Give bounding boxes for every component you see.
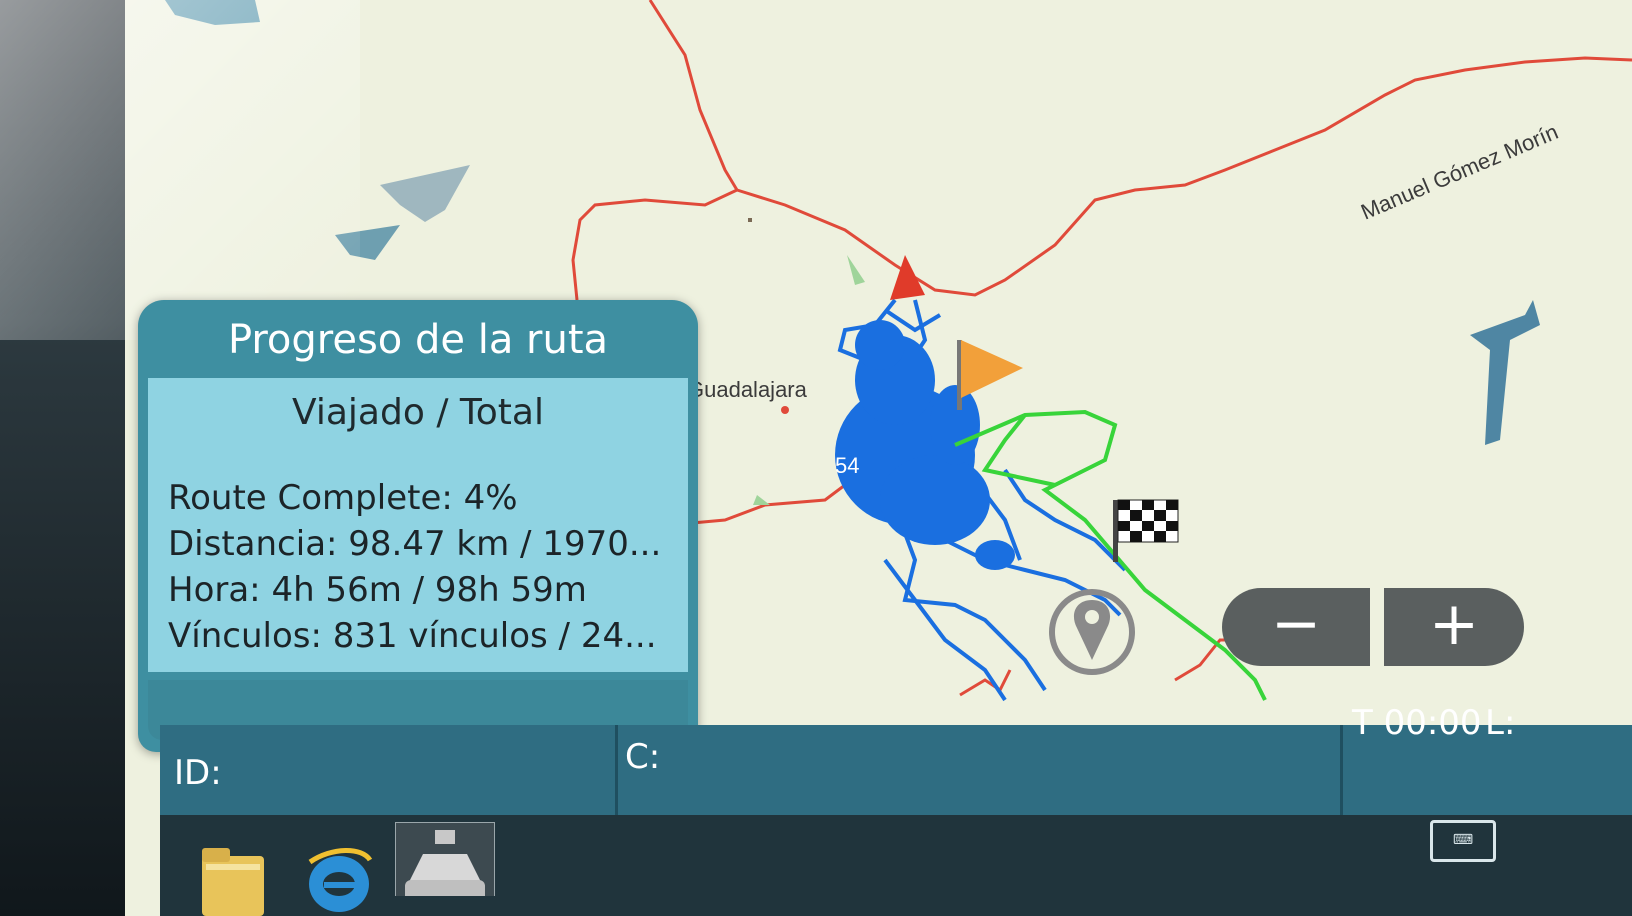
finish-flag-icon bbox=[1113, 499, 1179, 562]
status-divider bbox=[1340, 725, 1343, 815]
panel-title: Progreso de la ruta bbox=[227, 317, 609, 363]
time-label: T 00:00 bbox=[1352, 703, 1482, 743]
panel-body: Viajado / Total Route Complete: 4% Dista… bbox=[148, 378, 688, 672]
links-text: Vínculos: 831 vínculos / 24... bbox=[168, 616, 657, 656]
poi-dot bbox=[748, 218, 752, 222]
distance-text: Distancia: 98.47 km / 1970... bbox=[168, 524, 662, 564]
id-label: ID: bbox=[174, 753, 222, 793]
plus-icon: + bbox=[1428, 589, 1480, 659]
zoom-in-button[interactable]: + bbox=[1384, 588, 1524, 666]
taskbar bbox=[160, 815, 1632, 916]
city-label: Guadalajara bbox=[687, 377, 808, 402]
direction-arrow-icon bbox=[1470, 300, 1540, 445]
folder-icon[interactable] bbox=[198, 842, 268, 916]
panel-subtitle: Viajado / Total bbox=[292, 392, 544, 433]
water-body bbox=[380, 165, 470, 222]
status-divider bbox=[615, 725, 618, 815]
time-text: Hora: 4h 56m / 98h 59m bbox=[168, 570, 587, 610]
landmark-icon bbox=[753, 495, 770, 505]
c-label: C: bbox=[625, 737, 661, 777]
city-dot bbox=[781, 406, 789, 414]
status-bar: ID: C: T 00:00 L: bbox=[160, 703, 1632, 815]
water-body bbox=[165, 0, 260, 25]
landmark-icon bbox=[847, 255, 865, 285]
position-marker-icon bbox=[890, 255, 925, 300]
water-body bbox=[335, 225, 400, 260]
zoom-out-button[interactable]: − bbox=[1222, 588, 1370, 666]
road-label: Manuel Gómez Morín bbox=[1357, 119, 1561, 225]
keyboard-icon[interactable]: ⌨ bbox=[1430, 820, 1496, 862]
route-marker-number: 54 bbox=[835, 453, 859, 478]
minus-icon: − bbox=[1270, 589, 1322, 659]
route-progress-panel: Progreso de la ruta Viajado / Total Rout… bbox=[138, 300, 698, 752]
l-label: L: bbox=[1485, 703, 1516, 743]
location-pin-icon[interactable] bbox=[1049, 589, 1135, 675]
vehicle-app-icon[interactable] bbox=[395, 822, 495, 896]
route-complete-text: Route Complete: 4% bbox=[168, 478, 518, 518]
screen-bezel bbox=[0, 0, 125, 916]
internet-explorer-icon[interactable] bbox=[302, 842, 376, 916]
